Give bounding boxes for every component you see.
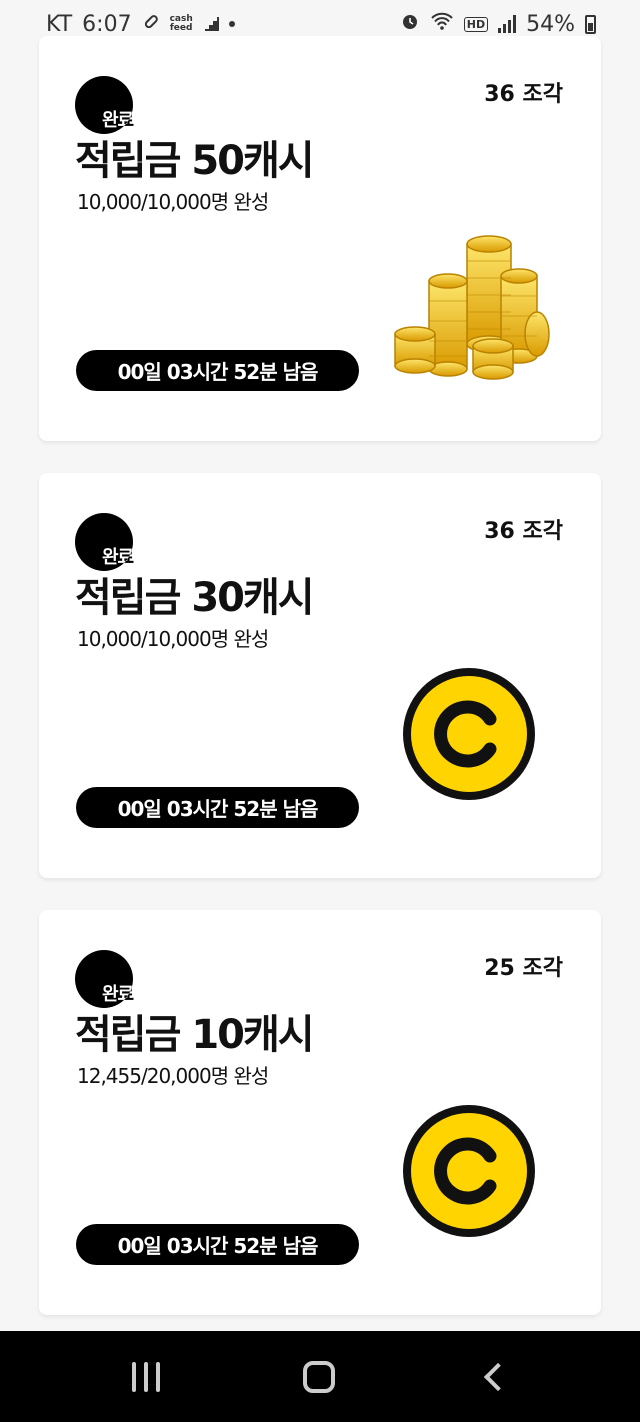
carrier-label: KT [46,11,73,37]
reward-card[interactable]: 완료 36 조각 적립금 50캐시 10,000/10,000명 완성 00일 … [39,36,601,441]
wifi-icon [430,11,454,37]
system-navigation-bar [0,1331,640,1422]
reward-card[interactable]: 완료 36 조각 적립금 30캐시 10,000/10,000명 완성 00일 … [39,473,601,878]
participant-progress: 12,455/20,000명 완성 [77,1064,269,1088]
battery-percent: 54% [526,11,575,37]
reward-card[interactable]: 완료 25 조각 적립금 10캐시 12,455/20,000명 완성 00일 … [39,910,601,1315]
cashfeed-notification-icon: cash feed [170,15,193,33]
status-right: HD 54% [400,11,596,37]
piece-count: 36 조각 [484,82,563,107]
home-button[interactable] [302,1360,335,1393]
time-remaining-pill: 00일 03시간 52분 남음 [76,1224,359,1265]
alarm-icon [400,11,420,37]
gold-coins-image [389,216,569,391]
status-left: KT 6:07 cash feed [46,12,235,37]
participant-progress: 10,000/10,000명 완성 [77,190,269,214]
time-remaining-pill: 00일 03시간 52분 남음 [76,787,359,828]
cash-coin-icon [402,1104,536,1238]
battery-icon [585,14,596,34]
more-notifications-dot [228,21,235,27]
stairs-icon [203,12,219,37]
hd-voice-icon: HD [463,16,489,32]
cashfeed-label-bottom: feed [169,23,193,33]
recent-apps-button[interactable] [131,1361,160,1392]
completed-badge: 완료 [75,76,155,134]
piece-count: 36 조각 [484,519,563,544]
reward-title: 적립금 10캐시 [75,1012,315,1058]
participant-progress: 10,000/10,000명 완성 [77,627,269,651]
reward-card-list: 완료 36 조각 적립금 50캐시 10,000/10,000명 완성 00일 … [39,36,601,1347]
back-button[interactable] [484,1362,513,1391]
reward-title: 적립금 50캐시 [75,138,315,184]
time-remaining-pill: 00일 03시간 52분 남음 [76,350,359,391]
clock: 6:07 [82,11,132,37]
cash-coin-icon [402,667,536,801]
pill-icon [142,12,160,37]
reward-title: 적립금 30캐시 [75,575,315,621]
completed-badge: 완료 [75,513,155,571]
piece-count: 25 조각 [484,956,563,981]
signal-icon [498,15,517,33]
completed-badge: 완료 [75,950,155,1008]
